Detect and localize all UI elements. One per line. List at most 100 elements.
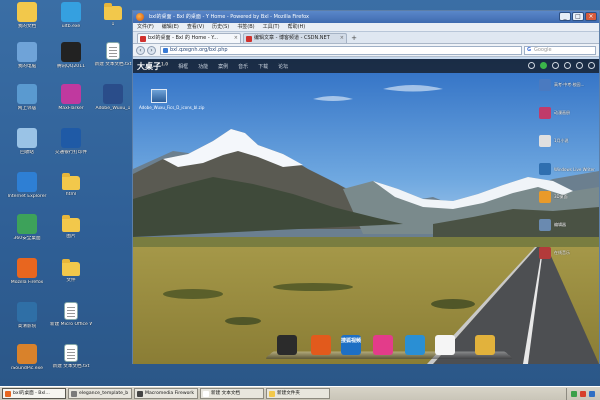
ie-icon: [17, 172, 37, 192]
desktop-icon[interactable]: 腾讯QQ2011: [50, 42, 92, 82]
desktop-icon-label: 360安全桌面: [13, 236, 41, 241]
nav-music[interactable]: 音乐: [238, 63, 248, 70]
desktop-icon-label: html: [65, 192, 77, 197]
desktop-icon[interactable]: 网上邻居: [6, 84, 48, 124]
web-app-shortcut[interactable]: 高考·中考·校园...: [539, 79, 599, 91]
system-tray: [566, 388, 600, 400]
site-logo[interactable]: 大桌子1.0: [137, 61, 168, 72]
web-desktop-file[interactable]: Adobe_Wuxu_Fics_D_icons_bl.zip: [139, 89, 204, 110]
new-tab-button[interactable]: +: [349, 34, 359, 43]
desktop-icon[interactable]: 回收站: [6, 128, 48, 168]
desktop-icon[interactable]: 我的文档: [6, 2, 48, 42]
menu-edit[interactable]: 编辑(E): [162, 23, 179, 31]
maximize-button[interactable]: □: [572, 12, 584, 21]
window-titlebar[interactable]: bxl的桌面 - Bxl 的桌面 - Y Home - Powered by B…: [133, 11, 599, 23]
desktop-icon[interactable]: iSoundPic.exe: [6, 344, 48, 384]
search-input[interactable]: Google: [524, 45, 596, 55]
search-app-icon[interactable]: 搜狐视频: [341, 335, 361, 355]
web-app-shortcut[interactable]: 编辑器: [539, 219, 599, 231]
desktop-icon[interactable]: 文件: [50, 258, 92, 298]
desktop-icon[interactable]: 高清影院: [6, 302, 48, 342]
menu-view[interactable]: 查看(V): [187, 23, 204, 31]
tab-close-icon[interactable]: ×: [340, 34, 344, 43]
taskbar-app-icon: [269, 391, 275, 397]
film-app-icon[interactable]: [277, 335, 297, 355]
info-icon[interactable]: [528, 62, 535, 69]
desktop-icon[interactable]: 交通银行打印件: [50, 128, 92, 168]
tab-bxl-desktop[interactable]: bxl的桌面 - Bxl 的 Home - Y... ×: [137, 33, 241, 43]
desktop-icon[interactable]: 新建 Micro Office Wor: [50, 302, 92, 342]
network-tray-icon[interactable]: [571, 391, 577, 397]
bank-icon: [61, 128, 81, 148]
menu-bar: 文件(F) 编辑(E) 查看(V) 历史(S) 书签(B) 工具(T) 帮助(H…: [133, 23, 599, 32]
nav-download[interactable]: 下载: [258, 63, 268, 70]
tab-label: bxl的桌面 - Bxl 的 Home - Y...: [148, 35, 219, 41]
web-app-shortcut[interactable]: 动漫画册: [539, 107, 599, 119]
menu-bookmarks[interactable]: 书签(B): [237, 23, 254, 31]
zip-file-icon: [151, 89, 167, 103]
desktop-icon-label: 新建 Micro Office Wor: [50, 322, 92, 327]
taskbar-button[interactable]: 新建 文本文档: [200, 388, 264, 399]
desktop-icon[interactable]: 1: [92, 2, 134, 42]
recycle-bin-icon: [17, 128, 37, 148]
web-app-label: 在线音乐: [554, 250, 570, 255]
web-app-shortcut[interactable]: 3D桌面: [539, 191, 599, 203]
nav-features[interactable]: 功能: [198, 63, 208, 70]
version-label: 1.0: [161, 60, 169, 66]
desktop-icon[interactable]: 图片: [50, 214, 92, 254]
desktop-icon[interactable]: 新建 文本文档.txt: [50, 344, 92, 384]
minimize-button[interactable]: _: [559, 12, 571, 21]
desktop-icon[interactable]: MaxFlarker: [50, 84, 92, 124]
taskbar-button[interactable]: Macromedia Firework: [134, 388, 198, 399]
close-button[interactable]: ×: [585, 12, 597, 21]
skin-icon[interactable]: [564, 62, 571, 69]
web-app-shortcut[interactable]: Windows Live Writer: [539, 163, 599, 175]
app-icon: [61, 84, 81, 104]
settings-icon[interactable]: [552, 62, 559, 69]
desktop-icon-label: 交通银行打印件: [54, 150, 88, 155]
web-app-shortcut[interactable]: 在线音乐: [539, 247, 599, 259]
back-button[interactable]: ‹: [136, 45, 145, 55]
desktop-icon[interactable]: ultb.exe: [50, 2, 92, 42]
navigation-toolbar: ‹ › bxl.qzegnh.org/bxl.php Google: [133, 44, 599, 57]
desktop-icon[interactable]: html: [50, 172, 92, 212]
color-app-icon[interactable]: [373, 335, 393, 355]
menu-file[interactable]: 文件(F): [137, 23, 154, 31]
web-app-icon: [539, 219, 551, 231]
nav-forum[interactable]: 论坛: [278, 63, 288, 70]
folder-icon: [62, 173, 80, 190]
taskbar-button[interactable]: 新建文件夹: [266, 388, 330, 399]
globe-app-icon[interactable]: [405, 335, 425, 355]
desktop-icon[interactable]: 新建 文本文档.txt: [92, 42, 134, 82]
taskbar-button[interactable]: bxl的桌面 - Bxl...: [2, 388, 66, 399]
nav-cases[interactable]: 案例: [218, 63, 228, 70]
desktop-icon[interactable]: 我的电脑: [6, 42, 48, 82]
web-app-label: 编辑器: [554, 222, 566, 227]
desktop-icon[interactable]: Mozilla Firefox: [6, 258, 48, 298]
taskbar-app-icon: [71, 391, 77, 397]
desktop-icon[interactable]: 360安全桌面: [6, 214, 48, 254]
folder-icon: [104, 3, 122, 20]
online-status-icon[interactable]: [540, 62, 547, 69]
taskbar-button[interactable]: elegance_template_b: [68, 388, 132, 399]
desktop-icon-label: Adobe_Wuxu_1: [95, 106, 131, 111]
web-app-shortcut[interactable]: 1月小说: [539, 135, 599, 147]
folder-app-icon[interactable]: [475, 335, 495, 355]
desktop-icon-label: iSoundPic.exe: [11, 366, 43, 371]
tab-csdn-edit[interactable]: 编辑文章 - 博客频道 - CSDN.NET ×: [243, 33, 347, 43]
notes-app-icon[interactable]: [435, 335, 455, 355]
help-icon[interactable]: [576, 62, 583, 69]
antivirus-tray-icon[interactable]: [580, 391, 586, 397]
volume-tray-icon[interactable]: [589, 391, 595, 397]
menu-tools[interactable]: 工具(T): [263, 23, 280, 31]
tab-close-icon[interactable]: ×: [234, 34, 238, 43]
menu-help[interactable]: 帮助(H): [288, 23, 306, 31]
forward-button[interactable]: ›: [147, 45, 156, 55]
url-bar[interactable]: bxl.qzegnh.org/bxl.php: [160, 45, 522, 55]
logout-icon[interactable]: [588, 62, 595, 69]
nav-photo-frame[interactable]: 相框: [178, 63, 188, 70]
desktop-icon[interactable]: Adobe_Wuxu_1: [92, 84, 134, 124]
desktop-icon[interactable]: Internet Explorer: [6, 172, 48, 212]
trend-app-icon[interactable]: [311, 335, 331, 355]
menu-history[interactable]: 历史(S): [212, 23, 229, 31]
